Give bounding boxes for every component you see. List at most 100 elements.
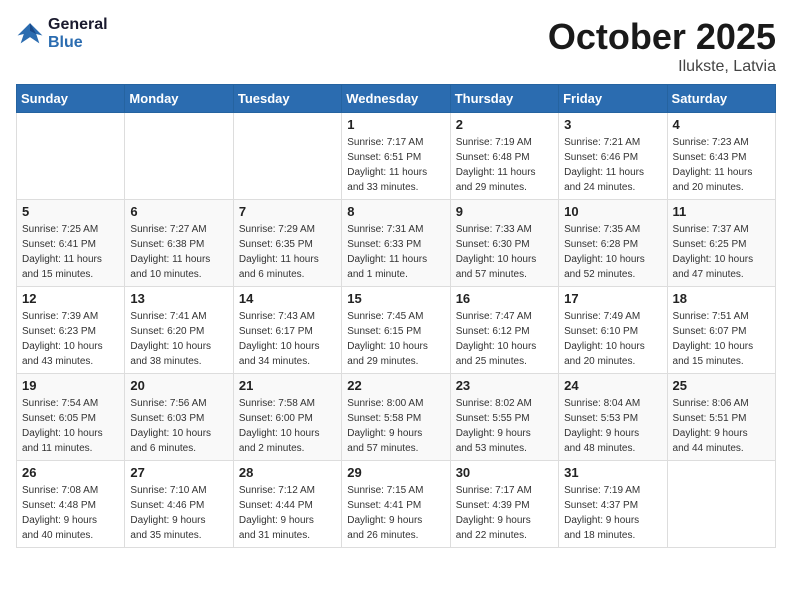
day-number: 28 (239, 465, 336, 480)
calendar-cell: 31 Sunrise: 7:19 AMSunset: 4:37 PMDayligh… (559, 461, 667, 548)
calendar-cell: 11 Sunrise: 7:37 AMSunset: 6:25 PMDayligh… (667, 200, 775, 287)
day-number: 14 (239, 291, 336, 306)
calendar-cell: 6 Sunrise: 7:27 AMSunset: 6:38 PMDaylight… (125, 200, 233, 287)
calendar-week-2: 5 Sunrise: 7:25 AMSunset: 6:41 PMDaylight… (17, 200, 776, 287)
weekday-header-monday: Monday (125, 85, 233, 113)
day-info: Sunrise: 7:43 AMSunset: 6:17 PMDaylight:… (239, 309, 336, 369)
day-number: 17 (564, 291, 661, 306)
calendar-cell: 16 Sunrise: 7:47 AMSunset: 6:12 PMDayligh… (450, 287, 558, 374)
calendar-cell: 15 Sunrise: 7:45 AMSunset: 6:15 PMDayligh… (342, 287, 450, 374)
day-number: 13 (130, 291, 227, 306)
day-number: 27 (130, 465, 227, 480)
logo: General Blue (16, 16, 108, 52)
calendar-cell: 26Sunrise: 7:08 AMSunset: 4:48 PMDayligh… (17, 461, 125, 548)
day-info: Sunrise: 7:51 AMSunset: 6:07 PMDaylight:… (673, 309, 770, 369)
day-info: Sunrise: 7:35 AMSunset: 6:28 PMDaylight:… (564, 222, 661, 282)
weekday-header-friday: Friday (559, 85, 667, 113)
calendar-table: SundayMondayTuesdayWednesdayThursdayFrid… (16, 84, 776, 548)
day-number: 11 (673, 204, 770, 219)
day-info: Sunrise: 8:02 AMSunset: 5:55 PMDaylight:… (456, 396, 553, 456)
day-info: Sunrise: 7:23 AMSunset: 6:43 PMDaylight:… (673, 135, 770, 195)
day-info: Sunrise: 7:19 AMSunset: 6:48 PMDaylight:… (456, 135, 553, 195)
day-info: Sunrise: 8:00 AMSunset: 5:58 PMDaylight:… (347, 396, 444, 456)
calendar-cell: 27 Sunrise: 7:10 AMSunset: 4:46 PMDayligh… (125, 461, 233, 548)
calendar-cell: 20 Sunrise: 7:56 AMSunset: 6:03 PMDayligh… (125, 374, 233, 461)
day-number: 25 (673, 378, 770, 393)
day-number: 10 (564, 204, 661, 219)
calendar-cell: 19Sunrise: 7:54 AMSunset: 6:05 PMDayligh… (17, 374, 125, 461)
calendar-cell: 1 Sunrise: 7:17 AMSunset: 6:51 PMDaylight… (342, 113, 450, 200)
day-info: Sunrise: 7:54 AMSunset: 6:05 PMDaylight:… (22, 396, 119, 456)
day-number: 5 (22, 204, 119, 219)
day-info: Sunrise: 7:25 AMSunset: 6:41 PMDaylight:… (22, 222, 119, 282)
calendar-cell: 14 Sunrise: 7:43 AMSunset: 6:17 PMDayligh… (233, 287, 341, 374)
month-title: October 2025 (548, 16, 776, 58)
calendar-cell: 7 Sunrise: 7:29 AMSunset: 6:35 PMDaylight… (233, 200, 341, 287)
day-info: Sunrise: 7:37 AMSunset: 6:25 PMDaylight:… (673, 222, 770, 282)
calendar-cell: 5 Sunrise: 7:25 AMSunset: 6:41 PMDaylight… (17, 200, 125, 287)
day-number: 3 (564, 117, 661, 132)
day-number: 6 (130, 204, 227, 219)
day-info: Sunrise: 7:49 AMSunset: 6:10 PMDaylight:… (564, 309, 661, 369)
calendar-cell: 10 Sunrise: 7:35 AMSunset: 6:28 PMDayligh… (559, 200, 667, 287)
day-number: 21 (239, 378, 336, 393)
logo-text: General Blue (48, 16, 108, 52)
page-header: General Blue October 2025 Ilukste, Latvi… (16, 16, 776, 76)
calendar-week-5: 26Sunrise: 7:08 AMSunset: 4:48 PMDayligh… (17, 461, 776, 548)
calendar-cell (17, 113, 125, 200)
day-number: 20 (130, 378, 227, 393)
weekday-header-wednesday: Wednesday (342, 85, 450, 113)
calendar-cell: 29Sunrise: 7:15 AMSunset: 4:41 PMDayligh… (342, 461, 450, 548)
day-number: 1 (347, 117, 444, 132)
calendar-cell: 30Sunrise: 7:17 AMSunset: 4:39 PMDayligh… (450, 461, 558, 548)
day-number: 15 (347, 291, 444, 306)
weekday-header-thursday: Thursday (450, 85, 558, 113)
day-info: Sunrise: 7:27 AMSunset: 6:38 PMDaylight:… (130, 222, 227, 282)
day-number: 7 (239, 204, 336, 219)
day-number: 23 (456, 378, 553, 393)
calendar-cell: 23 Sunrise: 8:02 AMSunset: 5:55 PMDayligh… (450, 374, 558, 461)
calendar-cell: 25 Sunrise: 8:06 AMSunset: 5:51 PMDayligh… (667, 374, 775, 461)
calendar-cell: 17 Sunrise: 7:49 AMSunset: 6:10 PMDayligh… (559, 287, 667, 374)
day-number: 18 (673, 291, 770, 306)
weekday-header-saturday: Saturday (667, 85, 775, 113)
day-info: Sunrise: 7:17 AMSunset: 4:39 PMDaylight:… (456, 483, 553, 543)
calendar-cell: 9Sunrise: 7:33 AMSunset: 6:30 PMDaylight… (450, 200, 558, 287)
day-info: Sunrise: 7:41 AMSunset: 6:20 PMDaylight:… (130, 309, 227, 369)
day-info: Sunrise: 7:58 AMSunset: 6:00 PMDaylight:… (239, 396, 336, 456)
day-number: 4 (673, 117, 770, 132)
day-info: Sunrise: 7:56 AMSunset: 6:03 PMDaylight:… (130, 396, 227, 456)
calendar-cell: 22 Sunrise: 8:00 AMSunset: 5:58 PMDayligh… (342, 374, 450, 461)
day-number: 22 (347, 378, 444, 393)
calendar-cell: 8Sunrise: 7:31 AMSunset: 6:33 PMDaylight… (342, 200, 450, 287)
day-number: 16 (456, 291, 553, 306)
calendar-cell: 12 Sunrise: 7:39 AMSunset: 6:23 PMDayligh… (17, 287, 125, 374)
logo-icon (16, 20, 44, 48)
calendar-cell: 21 Sunrise: 7:58 AMSunset: 6:00 PMDayligh… (233, 374, 341, 461)
day-number: 12 (22, 291, 119, 306)
day-info: Sunrise: 7:47 AMSunset: 6:12 PMDaylight:… (456, 309, 553, 369)
calendar-cell (125, 113, 233, 200)
day-info: Sunrise: 7:10 AMSunset: 4:46 PMDaylight:… (130, 483, 227, 543)
day-number: 2 (456, 117, 553, 132)
day-info: Sunrise: 7:17 AMSunset: 6:51 PMDaylight:… (347, 135, 444, 195)
day-number: 29 (347, 465, 444, 480)
calendar-week-4: 19Sunrise: 7:54 AMSunset: 6:05 PMDayligh… (17, 374, 776, 461)
day-info: Sunrise: 7:12 AMSunset: 4:44 PMDaylight:… (239, 483, 336, 543)
day-number: 31 (564, 465, 661, 480)
location: Ilukste, Latvia (548, 58, 776, 76)
day-info: Sunrise: 8:06 AMSunset: 5:51 PMDaylight:… (673, 396, 770, 456)
day-info: Sunrise: 7:29 AMSunset: 6:35 PMDaylight:… (239, 222, 336, 282)
day-info: Sunrise: 7:19 AMSunset: 4:37 PMDaylight:… (564, 483, 661, 543)
calendar-cell: 3 Sunrise: 7:21 AMSunset: 6:46 PMDaylight… (559, 113, 667, 200)
calendar-cell (233, 113, 341, 200)
day-number: 24 (564, 378, 661, 393)
calendar-cell: 4 Sunrise: 7:23 AMSunset: 6:43 PMDaylight… (667, 113, 775, 200)
title-section: October 2025 Ilukste, Latvia (548, 16, 776, 76)
day-info: Sunrise: 7:21 AMSunset: 6:46 PMDaylight:… (564, 135, 661, 195)
weekday-header-sunday: Sunday (17, 85, 125, 113)
calendar-cell (667, 461, 775, 548)
day-info: Sunrise: 7:39 AMSunset: 6:23 PMDaylight:… (22, 309, 119, 369)
day-info: Sunrise: 7:45 AMSunset: 6:15 PMDaylight:… (347, 309, 444, 369)
day-number: 8 (347, 204, 444, 219)
